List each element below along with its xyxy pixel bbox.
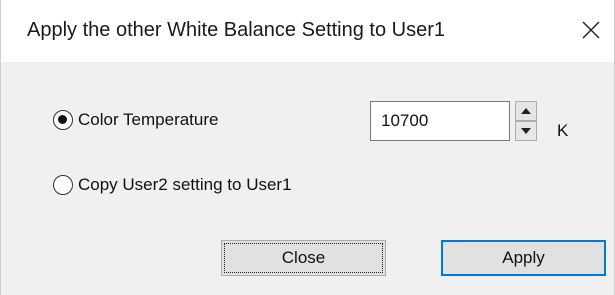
spin-up-button[interactable] xyxy=(515,101,537,121)
spin-up-icon xyxy=(521,108,531,114)
title-bar: Apply the other White Balance Setting to… xyxy=(1,0,614,62)
spin-down-icon xyxy=(521,128,531,134)
dialog-window: Apply the other White Balance Setting to… xyxy=(0,0,615,295)
temperature-unit: K xyxy=(557,121,569,140)
close-icon xyxy=(582,21,600,39)
close-button[interactable]: Close xyxy=(221,240,386,276)
spin-down-button[interactable] xyxy=(515,121,537,141)
window-title: Apply the other White Balance Setting to… xyxy=(27,19,446,41)
copy-user2-radio[interactable] xyxy=(53,175,73,195)
apply-button[interactable]: Apply xyxy=(441,240,606,276)
temperature-spinner xyxy=(515,101,537,141)
color-temperature-radio[interactable] xyxy=(53,110,73,130)
close-window-button[interactable] xyxy=(574,8,608,52)
copy-user2-label[interactable]: Copy User2 setting to User1 xyxy=(78,175,292,195)
radio-selected-dot xyxy=(58,115,67,124)
temperature-input[interactable] xyxy=(370,101,510,141)
color-temperature-label[interactable]: Color Temperature xyxy=(78,110,218,130)
